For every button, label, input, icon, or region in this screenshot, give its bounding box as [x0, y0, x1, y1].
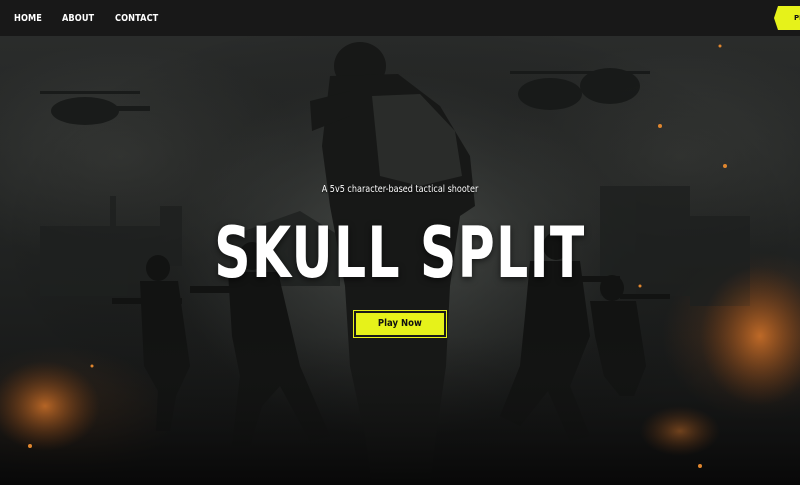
- nav-links: HOME ABOUT CONTACT: [14, 0, 182, 36]
- play-now-button-label: Play Now: [378, 318, 422, 329]
- hero-tagline: A 5v5 character-based tactical shooter: [321, 184, 479, 195]
- play-now-button[interactable]: Play Now: [353, 310, 447, 338]
- nav-play-button[interactable]: PLAY NOW: [774, 6, 800, 30]
- hero-title: SKULL SPLIT: [214, 212, 586, 294]
- nav-link-home[interactable]: HOME: [14, 13, 42, 24]
- top-navbar: HOME ABOUT CONTACT PLAY NOW: [0, 0, 800, 36]
- nav-link-contact[interactable]: CONTACT: [115, 13, 158, 24]
- nav-link-about[interactable]: ABOUT: [62, 13, 94, 24]
- hero-section: A 5v5 character-based tactical shooter S…: [0, 36, 800, 485]
